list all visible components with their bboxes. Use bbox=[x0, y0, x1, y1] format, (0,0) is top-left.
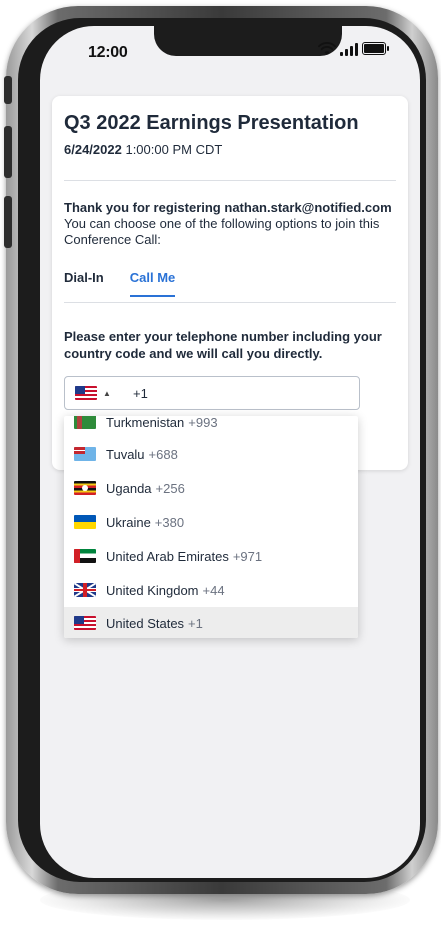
country-option-uk[interactable]: United Kingdom +44 bbox=[64, 574, 358, 606]
event-card: Q3 2022 Earnings Presentation 6/24/2022 … bbox=[52, 96, 408, 470]
country-name: Ukraine bbox=[106, 514, 151, 530]
country-option-us[interactable]: United States +1 bbox=[64, 607, 358, 638]
notch bbox=[154, 26, 342, 56]
phone-frame: 12:00 Q3 2022 Earnings Presentation 6/24… bbox=[4, 6, 438, 894]
event-time: 1:00:00 PM CDT bbox=[125, 142, 223, 157]
event-title-rest: Earnings Presentation bbox=[146, 112, 359, 134]
battery-icon bbox=[362, 42, 389, 55]
registration-message: Thank you for registering nathan.stark@n… bbox=[64, 200, 404, 248]
uae-flag-icon bbox=[74, 549, 96, 563]
caret-up-icon: ▲ bbox=[103, 388, 111, 398]
country-code: +688 bbox=[148, 446, 178, 462]
ukraine-flag-icon bbox=[74, 515, 96, 529]
thanks-text: Thank you for registering bbox=[64, 200, 221, 215]
event-title: Q3 2022 Earnings Presentation bbox=[64, 112, 359, 135]
uk-flag-icon bbox=[74, 583, 96, 597]
dial-code: +1 bbox=[133, 385, 148, 401]
divider bbox=[64, 180, 396, 181]
signal-icon bbox=[340, 42, 358, 56]
country-option-turkmenistan[interactable]: Turkmenistan +993 bbox=[64, 416, 358, 438]
volume-down-button bbox=[4, 196, 12, 248]
country-option-uae[interactable]: United Arab Emirates +971 bbox=[64, 540, 358, 572]
country-code: +256 bbox=[155, 480, 185, 496]
country-name: Uganda bbox=[106, 480, 152, 496]
status-time: 12:00 bbox=[88, 44, 128, 61]
join-instructions: You can choose one of the following opti… bbox=[64, 216, 380, 247]
status-icons bbox=[318, 42, 389, 56]
mute-switch bbox=[4, 76, 12, 104]
country-code: +971 bbox=[232, 548, 263, 564]
country-code: +380 bbox=[154, 514, 185, 530]
call-me-prompt: Please enter your telephone number inclu… bbox=[64, 329, 382, 361]
country-code: +993 bbox=[188, 416, 218, 430]
event-datetime: 6/24/2022 1:00:00 PM CDT bbox=[64, 142, 222, 157]
country-code-select[interactable]: ▲ bbox=[65, 377, 127, 409]
tab-dial-in[interactable]: Dial-In bbox=[64, 270, 104, 297]
country-dropdown: Turkmenistan +993 Tuvalu +688 Uganda +25… bbox=[64, 416, 358, 638]
tuvalu-flag-icon bbox=[74, 447, 96, 461]
wifi-icon bbox=[318, 42, 336, 55]
turkmenistan-flag-icon bbox=[74, 416, 96, 429]
phone-number-input[interactable]: ▲ +1 bbox=[64, 376, 360, 410]
volume-up-button bbox=[4, 126, 12, 178]
uganda-flag-icon bbox=[74, 481, 96, 495]
country-option-ukraine[interactable]: Ukraine +380 bbox=[64, 506, 358, 538]
country-name: United States bbox=[106, 615, 185, 631]
us-flag-icon bbox=[75, 386, 97, 400]
phone-screen: 12:00 Q3 2022 Earnings Presentation 6/24… bbox=[40, 26, 420, 878]
tabs-divider bbox=[64, 302, 396, 303]
join-options-tabs: Dial-In Call Me bbox=[64, 270, 176, 297]
country-option-tuvalu[interactable]: Tuvalu +688 bbox=[64, 438, 358, 470]
country-code: +1 bbox=[188, 615, 203, 631]
country-name: Turkmenistan bbox=[106, 416, 185, 430]
country-code: +44 bbox=[202, 582, 225, 598]
country-name: United Kingdom bbox=[106, 582, 199, 598]
event-date: 6/24/2022 bbox=[64, 142, 122, 157]
event-title-prefix: Q3 2022 bbox=[64, 112, 141, 134]
country-option-uganda[interactable]: Uganda +256 bbox=[64, 472, 358, 504]
country-name: Tuvalu bbox=[106, 446, 145, 462]
tab-call-me[interactable]: Call Me bbox=[129, 270, 176, 297]
country-name: United Arab Emirates bbox=[106, 548, 229, 564]
us-flag-icon bbox=[74, 616, 96, 630]
registered-email: nathan.stark@notified.com bbox=[224, 200, 392, 215]
